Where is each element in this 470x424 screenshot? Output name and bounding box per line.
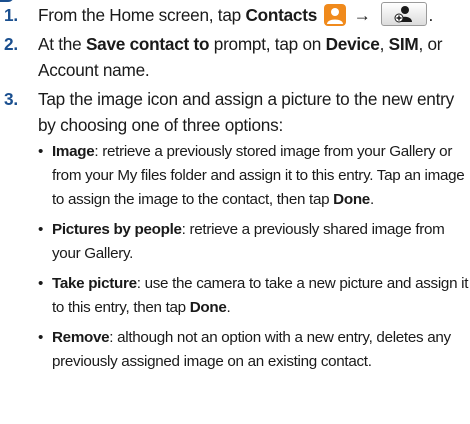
add-contact-button[interactable] (380, 2, 427, 26)
done-label: Done (333, 191, 370, 208)
step-text: At the (38, 34, 86, 54)
options-list: • Image: retrieve a previously stored im… (38, 140, 470, 374)
step-number: 3 (4, 86, 28, 112)
sim-label: SIM (388, 34, 419, 54)
contacts-icon[interactable] (323, 4, 346, 26)
save-contact-to-label: Save contact to (85, 34, 210, 54)
option-take-picture: • Take picture: use the camera to take a… (38, 272, 470, 320)
step-number: 1 (4, 2, 28, 28)
option-label: Image (52, 143, 95, 160)
option-text: : although not an option with a new entr… (52, 329, 451, 370)
option-label: Take picture (52, 275, 137, 292)
step-2: 2 At the Save contact to prompt, tap on … (0, 31, 470, 83)
done-label: Done (189, 299, 227, 316)
instruction-steps: 1 From the Home screen, tap Contacts → .… (0, 2, 470, 380)
arrow-icon: → (353, 5, 371, 25)
option-end: . (369, 191, 374, 208)
step-end: . (428, 5, 434, 25)
step-text: Tap the image icon and assign a picture … (38, 89, 454, 135)
option-label: Remove (52, 329, 110, 346)
bullet-icon: • (38, 329, 44, 346)
option-pictures-by-people: • Pictures by people: retrieve a previou… (38, 218, 470, 266)
step-number: 2 (4, 31, 28, 57)
step-1: 1 From the Home screen, tap Contacts → . (0, 2, 470, 28)
option-remove: • Remove: although not an option with a … (38, 326, 470, 374)
option-image: • Image: retrieve a previously stored im… (38, 140, 470, 212)
bullet-icon: • (38, 143, 44, 160)
step-text: , (379, 34, 389, 54)
option-label: Pictures by people (52, 221, 182, 238)
step-3: 3 Tap the image icon and assign a pictur… (0, 86, 470, 374)
option-end: . (226, 299, 231, 316)
step-text: From the Home screen, tap (38, 5, 246, 25)
device-label: Device (325, 34, 380, 54)
bullet-icon: • (38, 275, 44, 292)
option-text: : retrieve a previously stored image fro… (52, 143, 465, 208)
contacts-label: Contacts (245, 5, 318, 25)
step-text: prompt, tap on (209, 34, 326, 54)
bullet-icon: • (38, 221, 44, 238)
